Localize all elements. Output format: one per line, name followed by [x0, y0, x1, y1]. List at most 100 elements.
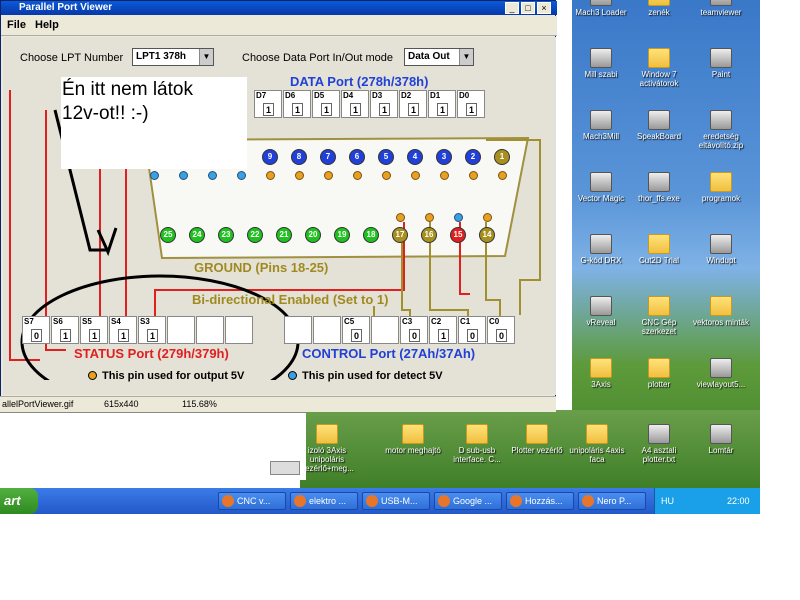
desktop-icon[interactable]: vReveal [570, 296, 632, 327]
mode-label: Choose Data Port In/Out mode [242, 52, 394, 64]
ground-pin: 23 [218, 227, 234, 243]
taskbar-button[interactable]: Nero P... [578, 492, 646, 510]
lpt-select-value: LPT1 378h [136, 51, 187, 62]
control-bit-value[interactable]: 0 [467, 329, 478, 342]
maximize-button[interactable]: □ [521, 2, 535, 14]
close-button[interactable]: × [537, 2, 551, 14]
app-icon [590, 234, 612, 254]
system-tray: HU 22:00 [654, 488, 760, 514]
lpt-select[interactable]: LPT1 378h ▼ [132, 48, 214, 66]
desktop-icon[interactable]: thor_ffs.exe [628, 172, 690, 203]
control-bit-value[interactable]: 0 [351, 329, 362, 342]
pin-indicator-dot [469, 171, 478, 180]
desktop-icon-label: plotter [647, 380, 671, 389]
minimize-button[interactable]: _ [505, 2, 519, 14]
connector-pin: 4 [407, 149, 423, 165]
desktop-icon[interactable]: programok [690, 172, 752, 203]
desktop-icon[interactable]: Windupt [690, 234, 752, 265]
menu-help[interactable]: Help [35, 19, 59, 31]
desktop-icon[interactable]: Vector Magic [570, 172, 632, 203]
desktop-icon[interactable]: vektoros minták [690, 296, 752, 327]
folder-icon [710, 172, 732, 192]
ground-pin: 22 [247, 227, 263, 243]
desktop-icon[interactable]: 3Axis [570, 358, 632, 389]
desktop-icon[interactable]: Plotter vezérlő [506, 424, 568, 455]
taskbar-button[interactable]: USB-M... [362, 492, 430, 510]
desktop-icon[interactable]: Paint [690, 48, 752, 79]
taskbar-button[interactable]: Google ... [434, 492, 502, 510]
taskbar-button-label: elektro ... [309, 496, 347, 506]
taskbar-button[interactable]: CNC v... [218, 492, 286, 510]
desktop-icon[interactable]: plotter [628, 358, 690, 389]
ground-pin: 18 [363, 227, 379, 243]
desktop-icon[interactable]: CNC Gép szerkezet [628, 296, 690, 336]
start-button[interactable]: art [0, 488, 38, 514]
control-port-title: CONTROL Port (27Ah/37Ah) [302, 346, 476, 361]
status-bit-name: S5 [82, 317, 92, 326]
desktop-icon[interactable]: D sub-usb interface. C... [446, 424, 508, 464]
control-bit-cell [371, 316, 399, 344]
desktop-icon-label: Mach3 Loader [575, 8, 627, 17]
taskbar: art CNC v... elektro ... USB-M... Google ..… [0, 488, 760, 514]
folder-icon [586, 424, 608, 444]
desktop-icon[interactable]: Mill szabi [570, 48, 632, 79]
ground-label: GROUND (Pins 18-25) [194, 260, 329, 275]
desktop-icon-label: programok [701, 194, 741, 203]
app-icon [590, 0, 612, 6]
status-zoom: 115.68% [182, 399, 217, 409]
desktop-icon[interactable]: Cut2D Trial [628, 234, 690, 265]
status-bit-name: S7 [24, 317, 34, 326]
ground-pin: 24 [189, 227, 205, 243]
status-bit-cell [196, 316, 224, 344]
desktop-icon[interactable]: Mach3 Loader [570, 0, 632, 17]
language-indicator[interactable]: HU [661, 488, 674, 514]
control-bit-cell: C0 0 [487, 316, 515, 344]
folder-icon [526, 424, 548, 444]
window-title: Parallel Port Viewer [19, 2, 113, 13]
desktop-icon[interactable]: eredetség eltávolító.zip [690, 110, 752, 150]
desktop-icon[interactable]: A4 asztali plotter.txt [628, 424, 690, 464]
desktop-icon[interactable]: G-kód DRX [570, 234, 632, 265]
taskbar-button-label: Google ... [453, 496, 493, 506]
desktop-icon[interactable]: Lomtár [690, 424, 752, 455]
desktop-icon[interactable]: zenék [628, 0, 690, 17]
desktop-icon[interactable]: SpeakBoard [628, 110, 690, 141]
pin-indicator-dot [353, 171, 362, 180]
chevron-down-icon[interactable]: ▼ [459, 49, 473, 65]
control-bit-value[interactable]: 1 [438, 329, 449, 342]
folder-icon [648, 358, 670, 378]
desktop-icon[interactable]: motor meghajtó [382, 424, 444, 455]
desktop-icon[interactable]: viewlayout5... [690, 358, 752, 389]
control-bit-name: C5 [344, 317, 355, 326]
control-bit-name: C1 [460, 317, 471, 326]
folder-icon [710, 296, 732, 316]
desktop-icon[interactable]: Mach3Mill [570, 110, 632, 141]
desktop-icon[interactable]: teamviewer [690, 0, 752, 17]
taskbar-button[interactable]: elektro ... [290, 492, 358, 510]
control-bit-value[interactable]: 0 [496, 329, 507, 342]
folder-icon [648, 234, 670, 254]
control-bit-value[interactable]: 0 [409, 329, 420, 342]
folder-icon [316, 424, 338, 444]
mode-select[interactable]: Data Out ▼ [404, 48, 474, 66]
taskbar-button[interactable]: Hozzás... [506, 492, 574, 510]
status-bit-cell: S3 1 [138, 316, 166, 344]
desktop-icon-label: Lomtár [708, 446, 734, 455]
pin-indicator-dot [208, 171, 217, 180]
status-bit-cell [167, 316, 195, 344]
desktop-icon[interactable]: Window 7 activátorok [628, 48, 690, 88]
control-bit-cell: C5 0 [342, 316, 370, 344]
app-icon [590, 172, 612, 192]
menu-file[interactable]: File [7, 19, 26, 31]
folder-icon [648, 0, 670, 6]
pin-indicator-dot [411, 171, 420, 180]
desktop-icon-label: Paint [711, 70, 731, 79]
desktop-icon-label: thor_ffs.exe [638, 194, 680, 203]
desktop-icon-label: CNC Gép szerkezet [641, 318, 677, 336]
desktop-icon-label: vektoros minták [692, 318, 750, 327]
chevron-down-icon[interactable]: ▼ [199, 49, 213, 65]
title-bar[interactable]: Parallel Port Viewer [1, 1, 557, 15]
scroll-handle[interactable] [270, 461, 300, 475]
desktop-icon[interactable]: unipoláris 4axis faca [566, 424, 628, 464]
connector-pin: 8 [291, 149, 307, 165]
